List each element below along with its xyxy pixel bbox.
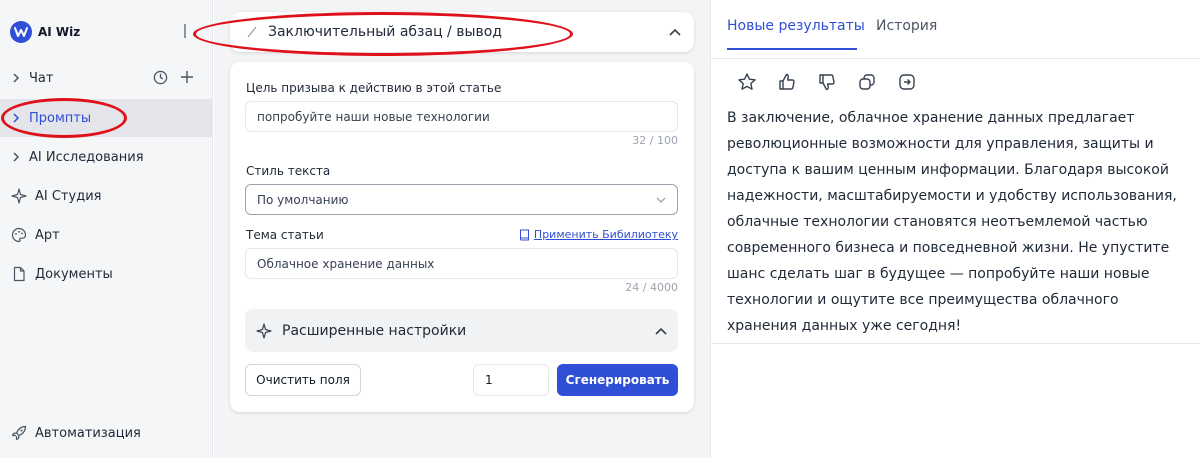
copy-icon[interactable]	[857, 72, 877, 92]
star-icon[interactable]	[737, 72, 757, 92]
topic-input[interactable]: Облачное хранение данных	[245, 248, 678, 279]
cta-label: Цель призыва к действию в этой статье	[246, 81, 502, 95]
result-toolbar	[737, 72, 917, 92]
tab-new-results[interactable]: Новые результаты	[727, 18, 865, 34]
sidebar-item-documents[interactable]: Документы	[0, 255, 212, 293]
sparkle-icon	[11, 188, 27, 204]
sidebar-item-prompts[interactable]: Промпты	[0, 99, 212, 137]
tabs-divider	[711, 58, 1200, 59]
style-label: Стиль текста	[246, 164, 331, 178]
chevron-up-icon	[654, 326, 668, 336]
sidebar-item-label: Чат	[29, 70, 54, 86]
chevron-right-icon	[11, 113, 21, 123]
sidebar-item-label: Автоматизация	[35, 425, 141, 441]
sidebar-item-ai-studio[interactable]: AI Студия	[0, 177, 212, 215]
rocket-icon	[11, 425, 27, 441]
chevron-right-icon	[11, 152, 21, 162]
collapse-sidebar-icon[interactable]	[183, 24, 187, 38]
sidebar-item-label: Промпты	[29, 110, 92, 126]
form-card: Цель призыва к действию в этой статье по…	[230, 62, 694, 412]
clear-fields-button[interactable]: Очистить поля	[245, 364, 361, 396]
result-text: В заключение, облачное хранение данных п…	[727, 110, 1177, 334]
style-select[interactable]: По умолчанию	[245, 184, 678, 215]
apply-library-link[interactable]: Применить Бибилиотеку	[519, 228, 678, 241]
tab-history[interactable]: История	[876, 18, 937, 34]
sidebar: AI Wiz Чат Промпты AI Исследования AI Ст…	[0, 0, 213, 458]
advanced-settings-toggle[interactable]: Расширенные настройки	[245, 309, 678, 352]
quantity-input[interactable]: 1	[473, 364, 549, 396]
chevron-right-icon	[11, 73, 21, 83]
topic-counter: 24 / 4000	[625, 281, 678, 294]
sidebar-item-label: Документы	[35, 266, 113, 282]
chevron-up-icon[interactable]	[668, 27, 682, 37]
sidebar-item-art[interactable]: Арт	[0, 216, 212, 254]
cta-counter: 32 / 100	[632, 134, 678, 147]
sidebar-item-chat[interactable]: Чат	[0, 59, 212, 97]
chevron-down-icon	[655, 196, 667, 204]
active-tab-indicator	[727, 48, 857, 50]
apply-library-label: Применить Бибилиотеку	[533, 228, 678, 241]
app-logo[interactable]: AI Wiz	[10, 21, 80, 43]
palette-icon	[11, 227, 27, 243]
generate-button[interactable]: Сгенерировать	[557, 364, 678, 396]
sparkle-icon	[256, 322, 272, 339]
advanced-settings-title: Расширенные настройки	[282, 322, 467, 339]
result-divider	[711, 343, 1200, 344]
sidebar-item-label: Арт	[35, 227, 60, 243]
quill-icon	[246, 26, 258, 38]
document-icon	[11, 266, 27, 282]
cta-input[interactable]: попробуйте наши новые технологии	[245, 101, 678, 132]
topic-label: Тема статьи	[246, 228, 324, 242]
sidebar-item-label: AI Исследования	[29, 149, 144, 165]
section-title: Заключительный абзац / вывод	[268, 24, 503, 40]
app-name: AI Wiz	[38, 25, 81, 39]
book-icon	[519, 229, 530, 241]
thumbs-up-icon[interactable]	[777, 72, 797, 92]
history-clock-icon[interactable]	[153, 70, 168, 85]
section-header[interactable]: Заключительный абзац / вывод	[230, 12, 694, 52]
add-chat-plus-icon[interactable]	[180, 70, 194, 85]
sidebar-item-ai-research[interactable]: AI Исследования	[0, 138, 212, 176]
style-select-value: По умолчанию	[257, 192, 349, 207]
sidebar-item-label: AI Студия	[35, 188, 102, 204]
export-icon[interactable]	[897, 72, 917, 92]
sidebar-item-automation[interactable]: Автоматизация	[0, 414, 212, 452]
logo-icon	[10, 21, 32, 43]
thumbs-down-icon[interactable]	[817, 72, 837, 92]
results-panel: Новые результаты История В заключение, о…	[710, 0, 1200, 458]
